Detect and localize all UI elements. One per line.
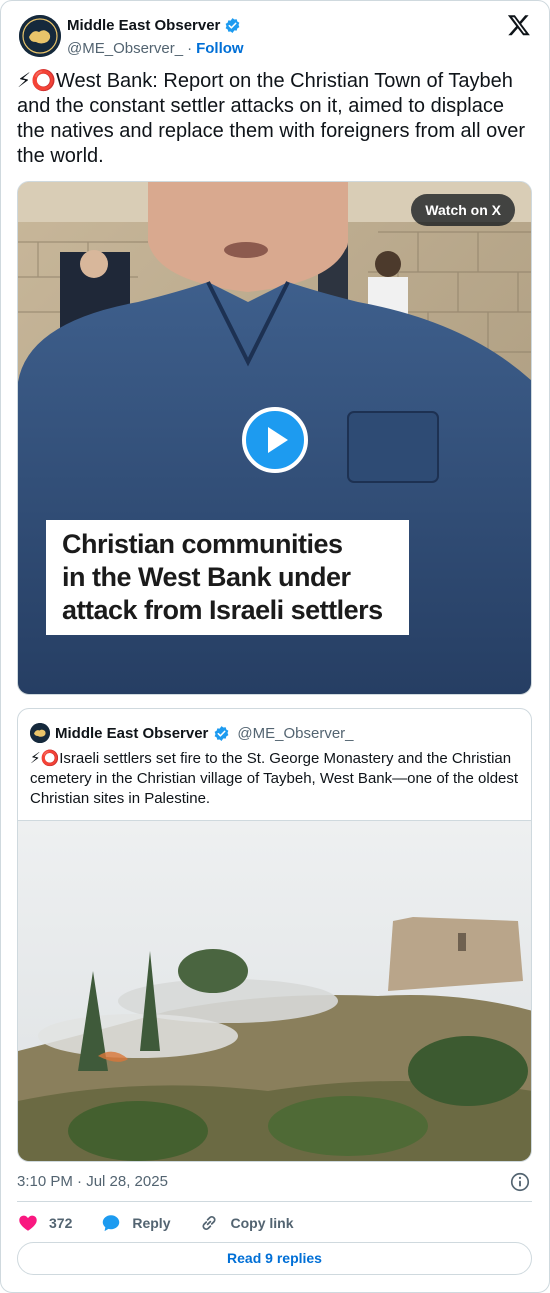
caption-line-2: in the West Bank under xyxy=(62,562,351,592)
heart-icon xyxy=(19,1215,37,1231)
like-button[interactable]: 372 xyxy=(17,1212,72,1234)
copy-link-label: Copy link xyxy=(230,1215,294,1231)
reply-bubble-icon xyxy=(103,1215,120,1232)
quoted-tweet-text: ⚡⭕Israeli settlers set fire to the St. G… xyxy=(30,750,519,807)
follow-button[interactable]: Follow xyxy=(196,40,244,57)
tweet-timestamp[interactable]: 3:10 PM · Jul 28, 2025 xyxy=(17,1173,168,1190)
tweet-text: ⚡⭕West Bank: Report on the Christian Tow… xyxy=(17,70,531,167)
quoted-avatar-logo xyxy=(30,723,50,743)
separator-dot: · xyxy=(187,39,193,57)
video-player[interactable]: Watch on X Christian communities in the … xyxy=(17,181,532,695)
reply-label: Reply xyxy=(132,1215,171,1231)
verified-icon xyxy=(226,17,240,33)
avatar-logo xyxy=(19,15,61,57)
author-avatar[interactable] xyxy=(19,15,61,57)
video-caption-box: Christian communities in the West Bank u… xyxy=(46,520,409,635)
quoted-author-handle: @ME_Observer_ xyxy=(237,724,354,742)
quoted-tweet[interactable]: Middle East Observer @ME_Observer_ ⚡⭕Isr… xyxy=(17,708,532,1162)
reply-button[interactable]: Reply xyxy=(100,1212,170,1234)
link-icon xyxy=(202,1216,217,1230)
caption-line-1: Christian communities xyxy=(62,529,343,559)
x-logo-icon[interactable] xyxy=(507,13,531,37)
info-icon[interactable] xyxy=(509,1171,531,1193)
caption-line-3: attack from Israeli settlers xyxy=(62,595,383,625)
tweet-header: Middle East Observer @ME_Observer_ · Fol… xyxy=(17,13,535,57)
monastery-fire-photo xyxy=(18,821,531,1161)
author-name[interactable]: Middle East Observer xyxy=(67,17,220,34)
embedded-tweet-card: Middle East Observer @ME_Observer_ · Fol… xyxy=(0,0,550,1293)
quoted-tweet-header: Middle East Observer @ME_Observer_ xyxy=(30,723,354,743)
play-icon xyxy=(268,427,288,453)
quoted-tweet-image[interactable] xyxy=(18,820,531,1161)
quoted-verified-icon xyxy=(215,725,229,741)
author-info: Middle East Observer @ME_Observer_ · Fol… xyxy=(67,15,244,58)
quoted-author-name: Middle East Observer xyxy=(55,724,209,742)
watch-on-x-button[interactable]: Watch on X xyxy=(411,194,515,226)
like-count: 372 xyxy=(49,1215,73,1231)
read-replies-button[interactable]: Read 9 replies xyxy=(17,1242,532,1275)
copy-link-button[interactable]: Copy link xyxy=(198,1212,294,1234)
footer-divider xyxy=(17,1201,532,1202)
tweet-actions: 372 Reply Copy link xyxy=(17,1211,322,1235)
quoted-author-avatar[interactable] xyxy=(30,723,50,743)
play-button[interactable] xyxy=(242,407,308,473)
author-handle[interactable]: @ME_Observer_ xyxy=(67,40,183,57)
